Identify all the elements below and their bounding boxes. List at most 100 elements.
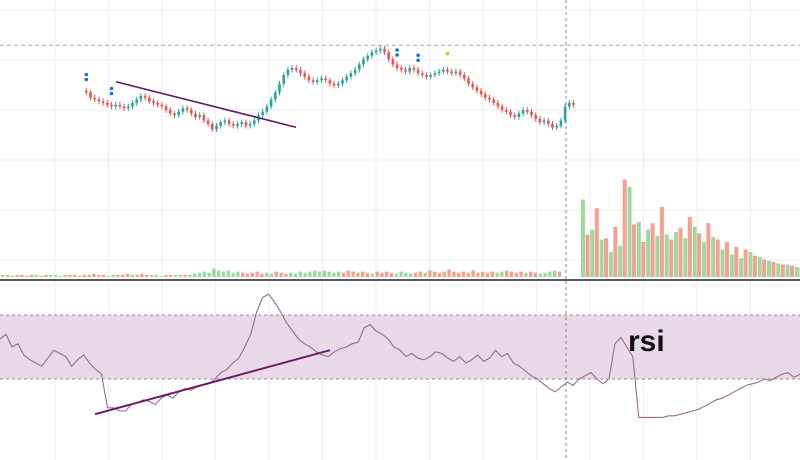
candle	[463, 72, 466, 82]
volume-bar	[217, 270, 221, 277]
candle-body	[513, 115, 516, 117]
volume-bar	[29, 274, 34, 277]
candle	[362, 56, 365, 68]
candle-body	[139, 96, 143, 100]
volume-bar	[509, 271, 514, 277]
volume-bar	[202, 271, 206, 277]
rsi-band	[0, 315, 800, 379]
candle-body	[492, 99, 495, 103]
candle	[240, 119, 243, 127]
candle-body	[534, 115, 537, 119]
candle	[521, 107, 525, 117]
volume-bar	[442, 271, 446, 277]
forecast-volume-bar-up	[729, 254, 734, 277]
candle	[202, 112, 206, 124]
volume-bar	[236, 271, 240, 277]
candle	[265, 103, 269, 115]
signal-marker	[84, 72, 89, 77]
volume-bar	[284, 273, 288, 277]
forecast-volume-bar-up	[664, 234, 669, 277]
candle-body	[416, 69, 420, 74]
volume-bar	[476, 272, 480, 277]
candle-body	[190, 110, 193, 114]
candle	[353, 66, 357, 77]
candle-body	[559, 120, 563, 126]
candle-body	[244, 122, 248, 126]
forecast-volume-bar-down	[697, 233, 702, 277]
candle	[227, 117, 231, 127]
volume-bar	[341, 272, 346, 277]
forecast-volume-bar-down	[594, 208, 599, 277]
volume-bar	[121, 274, 125, 277]
volume-bar	[505, 270, 509, 277]
candle-body	[148, 97, 151, 102]
volume-bar	[34, 274, 38, 277]
candle	[194, 110, 197, 120]
forecast-volume-bar-down	[734, 247, 739, 277]
candle-body	[366, 55, 369, 60]
forecast-volume-bar-up	[674, 232, 678, 277]
volume-bar	[447, 269, 451, 277]
candle-body	[169, 110, 172, 114]
volume-bar	[538, 273, 542, 277]
candle-body	[316, 80, 319, 82]
candle	[538, 115, 542, 126]
candle	[404, 66, 407, 75]
volume-bar	[173, 274, 178, 277]
candle-body	[500, 106, 504, 110]
volume-bar	[399, 271, 403, 277]
forecast-volume-bar-down	[604, 238, 609, 277]
candles	[85, 45, 575, 133]
candle	[421, 70, 424, 78]
candle	[332, 80, 336, 89]
candle-body	[324, 78, 327, 81]
candle-body	[446, 69, 449, 72]
forecast-volume-bar-up	[776, 263, 781, 277]
candle-body	[467, 78, 470, 84]
candle-body	[442, 69, 445, 72]
candle	[316, 77, 319, 85]
volume-bars	[1, 268, 562, 277]
candle	[471, 80, 474, 91]
candle	[190, 107, 193, 117]
candle-body	[282, 75, 285, 84]
candle-body	[248, 124, 252, 126]
volume-bar	[289, 272, 293, 277]
volume-bar	[149, 274, 154, 277]
volume-bar	[298, 271, 302, 277]
signal-marker	[84, 77, 89, 82]
candle	[505, 107, 508, 115]
candle	[131, 100, 134, 110]
forecast-volume-bar-up	[636, 222, 641, 277]
candle-body	[89, 92, 92, 98]
candle-body	[332, 83, 336, 86]
volume-bar	[553, 270, 557, 277]
candle	[374, 47, 378, 56]
candle-body	[404, 69, 407, 72]
volume-bar	[245, 273, 250, 277]
candle	[160, 101, 164, 110]
candle-body	[160, 104, 164, 107]
forecast-volume-bar-up	[739, 258, 744, 277]
candle	[93, 94, 96, 103]
volume-bar	[332, 272, 336, 277]
volume-bar	[154, 274, 158, 277]
candle-body	[425, 75, 428, 77]
candle-body	[353, 69, 357, 74]
candle	[551, 121, 554, 131]
forecast-volume-bar-up	[748, 252, 753, 277]
forecast-volume-bar-up	[720, 249, 725, 277]
candle-body	[253, 120, 256, 124]
candle-body	[542, 120, 546, 123]
candle	[517, 110, 521, 120]
candle-body	[232, 124, 235, 126]
candle	[223, 117, 227, 126]
candle	[118, 101, 122, 110]
candle-body	[475, 87, 479, 91]
candle	[139, 93, 143, 103]
candle-body	[496, 103, 500, 107]
candle-body	[488, 97, 491, 100]
candle-body	[362, 59, 365, 65]
forecast-volume-bar-up	[655, 235, 660, 277]
candle-body	[547, 120, 550, 124]
